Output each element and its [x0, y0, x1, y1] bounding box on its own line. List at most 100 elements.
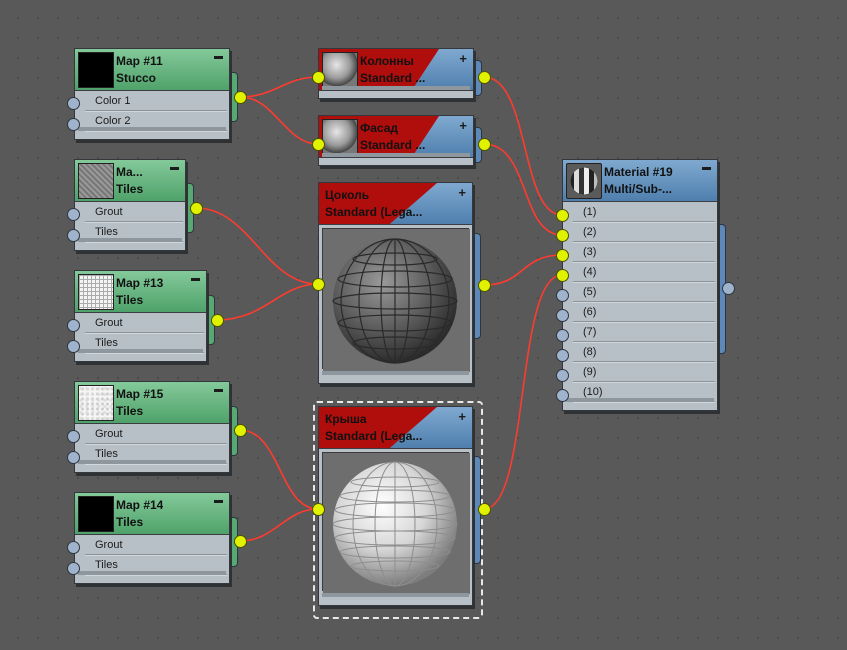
material19-slot8-input[interactable]: [556, 349, 569, 362]
material19-slot5-input[interactable]: [556, 289, 569, 302]
map13-grout-input[interactable]: [67, 319, 80, 332]
material19-slot-3: (3): [563, 242, 717, 262]
material19-slot4-input[interactable]: [556, 269, 569, 282]
tiles-map-tiles-input[interactable]: [67, 229, 80, 242]
map15-grout-input[interactable]: [67, 430, 80, 443]
kolonny-material-node[interactable]: Колонны Standard ... +: [318, 48, 474, 105]
stucco-thumbnail: [78, 52, 114, 88]
map13-slot-grout: Grout: [75, 313, 206, 333]
map14-node[interactable]: Map #14 Tiles Grout Tiles: [74, 492, 230, 590]
map14-output-socket[interactable]: [234, 535, 247, 548]
map13-tiles-input[interactable]: [67, 340, 80, 353]
material19-node[interactable]: Material #19 Multi/Sub-... (1) (2) (3) (…: [562, 159, 718, 417]
map14-tiles-input[interactable]: [67, 562, 80, 575]
material19-slot-1: (1): [563, 202, 717, 222]
fasad-output-socket[interactable]: [478, 138, 491, 151]
node-footer: [322, 153, 470, 157]
material19-output-socket[interactable]: [722, 282, 735, 295]
tiles-map-name: Ma...: [116, 165, 143, 179]
wire-fasad-mat19: [483, 143, 563, 236]
fasad-name: Фасад: [360, 121, 399, 135]
krysha-output-socket[interactable]: [478, 503, 491, 516]
map15-slot-grout: Grout: [75, 424, 229, 444]
material19-slot1-input[interactable]: [556, 209, 569, 222]
minimize-icon[interactable]: [702, 162, 711, 170]
map14-name: Map #14: [116, 498, 164, 512]
map13-header[interactable]: Map #13 Tiles: [75, 271, 206, 313]
tiles-map-header[interactable]: Ma... Tiles: [75, 160, 185, 202]
map15-header[interactable]: Map #15 Tiles: [75, 382, 229, 424]
map11-node[interactable]: Map #11 Stucco Color 1 Color 2: [74, 48, 230, 146]
material19-slot-7: (7): [563, 322, 717, 342]
material19-slot-6: (6): [563, 302, 717, 322]
map15-node[interactable]: Map #15 Tiles Grout Tiles: [74, 381, 230, 479]
minimize-icon[interactable]: [170, 162, 179, 170]
map13-output-socket[interactable]: [211, 314, 224, 327]
krysha-material-node[interactable]: Крыша Standard (Lega... +: [318, 406, 473, 612]
plus-icon[interactable]: +: [459, 51, 467, 66]
fasad-header[interactable]: Фасад Standard ... +: [319, 116, 473, 158]
minimize-icon[interactable]: [214, 495, 223, 503]
map11-color1-input[interactable]: [67, 97, 80, 110]
material19-name: Material #19: [604, 165, 673, 179]
map11-output-socket[interactable]: [234, 91, 247, 104]
map11-header[interactable]: Map #11 Stucco: [75, 49, 229, 91]
wire-map11-kolonny: [239, 76, 319, 98]
material19-slot3-input[interactable]: [556, 249, 569, 262]
kolonny-input-socket[interactable]: [312, 71, 325, 84]
kolonny-header[interactable]: Колонны Standard ... +: [319, 49, 473, 91]
node-footer: [78, 349, 203, 353]
minimize-icon[interactable]: [214, 51, 223, 59]
map13-node[interactable]: Map #13 Tiles Grout Tiles: [74, 270, 207, 368]
map11-name: Map #11: [116, 54, 163, 68]
multi-sub-sphere-thumbnail: [566, 163, 602, 199]
kolonny-output-socket[interactable]: [478, 71, 491, 84]
material19-slot7-input[interactable]: [556, 329, 569, 342]
map11-color2-input[interactable]: [67, 118, 80, 131]
material19-slot10-input[interactable]: [556, 389, 569, 402]
material19-slot-8: (8): [563, 342, 717, 362]
material19-slot6-input[interactable]: [556, 309, 569, 322]
wire-map14-krysha: [239, 508, 319, 542]
material19-slot2-input[interactable]: [556, 229, 569, 242]
map14-grout-input[interactable]: [67, 541, 80, 554]
plus-icon[interactable]: +: [459, 118, 467, 133]
node-footer: [78, 127, 226, 131]
node-footer: [322, 371, 469, 375]
wire-krysha-mat19: [483, 274, 563, 510]
material19-type: Multi/Sub-...: [604, 182, 672, 196]
tiles-map-node[interactable]: Ma... Tiles Grout Tiles: [74, 159, 186, 257]
map14-slot-grout: Grout: [75, 535, 229, 555]
material19-header[interactable]: Material #19 Multi/Sub-...: [563, 160, 717, 202]
tiles-map-output-socket[interactable]: [190, 202, 203, 215]
map13-name: Map #13: [116, 276, 164, 290]
wire-cokol-mat19: [483, 254, 563, 286]
node-footer: [78, 460, 226, 464]
cokol-header[interactable]: Цоколь Standard (Lega... +: [319, 183, 472, 225]
map15-output-socket[interactable]: [234, 424, 247, 437]
map14-header[interactable]: Map #14 Tiles: [75, 493, 229, 535]
plus-icon[interactable]: +: [458, 409, 466, 424]
cokol-material-node[interactable]: Цоколь Standard (Lega... +: [318, 182, 473, 390]
minimize-icon[interactable]: [191, 273, 200, 281]
fasad-material-node[interactable]: Фасад Standard ... +: [318, 115, 474, 172]
minimize-icon[interactable]: [214, 384, 223, 392]
tiles-thumbnail: [78, 163, 114, 199]
fasad-input-socket[interactable]: [312, 138, 325, 151]
cokol-input-socket[interactable]: [312, 278, 325, 291]
krysha-input-socket[interactable]: [312, 503, 325, 516]
tiles-map-type: Tiles: [116, 182, 144, 196]
material19-slot-5: (5): [563, 282, 717, 302]
material19-slot9-input[interactable]: [556, 369, 569, 382]
plus-icon[interactable]: +: [458, 185, 466, 200]
wire-kolonny-mat19: [483, 76, 563, 216]
krysha-header[interactable]: Крыша Standard (Lega... +: [319, 407, 472, 449]
material19-slot-4: (4): [563, 262, 717, 282]
material-sphere-thumbnail: [322, 52, 358, 88]
map15-tiles-input[interactable]: [67, 451, 80, 464]
material19-slot-9: (9): [563, 362, 717, 382]
tiles-map-grout-input[interactable]: [67, 208, 80, 221]
cokol-output-socket[interactable]: [478, 279, 491, 292]
material-sphere-thumbnail: [322, 119, 358, 155]
node-footer: [322, 593, 469, 597]
